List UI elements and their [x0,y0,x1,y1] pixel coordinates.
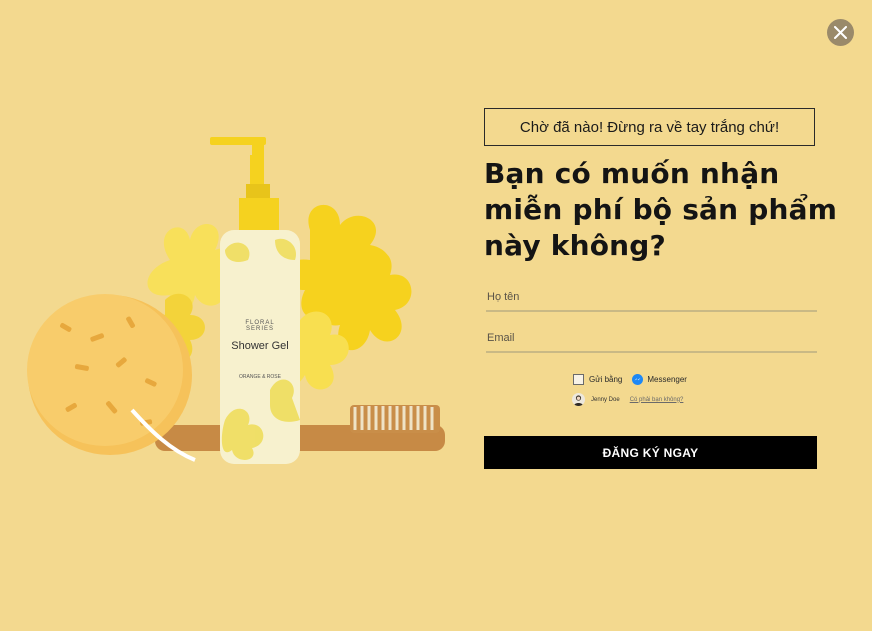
not-you-link[interactable]: Có phải bạn không? [630,397,684,403]
product-image: FLORAL SERIES Shower Gel ORANGE & ROSE [27,137,445,464]
messenger-optin: Gửi bằng Messenger [573,374,687,385]
messenger-label: Messenger [647,375,687,384]
submit-button[interactable]: ĐĂNG KÝ NGAY [484,436,817,469]
bottle-series-line2: SERIES [246,326,274,332]
send-checkbox[interactable] [573,374,584,385]
send-label: Gửi bằng [589,375,623,384]
messenger-icon [632,374,644,385]
bottle-product-name: Shower Gel [231,340,288,352]
close-button[interactable] [827,19,854,46]
close-icon [834,26,847,39]
user-name: Jenny Doe [591,396,620,403]
avatar [572,393,585,406]
headline: Bạn có muốn nhận miễn phí bộ sản phẩm nà… [484,157,838,262]
bottle-variant: ORANGE & ROSE [239,374,282,380]
bottle: FLORAL SERIES Shower Gel ORANGE & ROSE [210,137,300,464]
name-input[interactable] [486,290,817,312]
email-input[interactable] [486,331,817,353]
messenger-user: Jenny Doe Có phải bạn không? [572,393,683,406]
tagline: Chờ đã nào! Đừng ra về tay trắng chứ! [484,108,815,146]
